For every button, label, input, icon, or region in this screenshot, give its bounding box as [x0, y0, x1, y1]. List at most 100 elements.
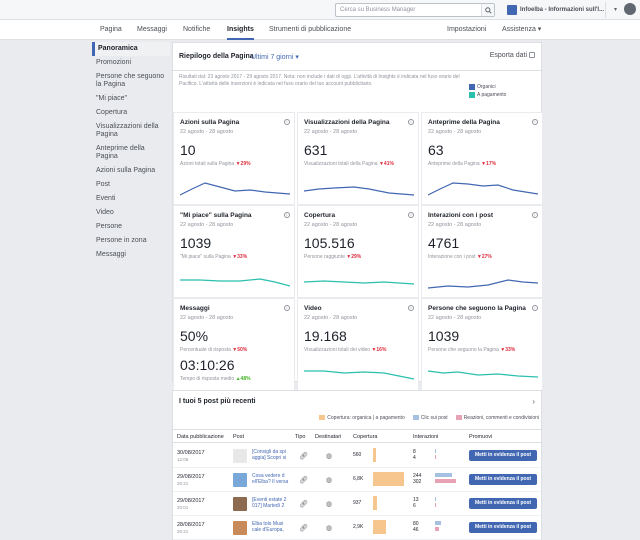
card-delta: ▼41% — [378, 161, 394, 167]
table-row[interactable]: 28/08/2017 20:21 Elba tolo Musi cale d'Eur… — [173, 516, 541, 540]
card-value: 1039 — [428, 328, 460, 344]
card-value: 4761 — [428, 235, 460, 251]
post-thumbnail[interactable] — [233, 497, 247, 511]
sidebar-item-copertura[interactable]: Copertura — [92, 106, 170, 120]
metric-card[interactable]: Visualizzazioni della Pagina i 22 agosto -… — [297, 112, 419, 205]
card-date: 22 agosto - 28 agosto — [304, 222, 358, 228]
sidebar-item-azioni[interactable]: Azioni sulla Pagina — [92, 164, 170, 178]
table-row[interactable]: 30/08/2017 12:06 [Consigli da spi aggia] S… — [173, 444, 541, 468]
post-reactions: 46 — [413, 527, 419, 533]
post-thumbnail[interactable] — [233, 521, 247, 535]
info-icon[interactable]: i — [532, 212, 538, 218]
card-subtitle: Interazione con i post ▼27% — [428, 254, 492, 260]
search-input[interactable]: Cerca su Business Manager — [335, 3, 495, 17]
sidebar-item-anteprime[interactable]: Anteprime della Pagina — [92, 142, 170, 164]
post-reactions: 6 — [413, 503, 416, 509]
col-post: Post — [233, 434, 245, 440]
info-icon[interactable]: i — [284, 212, 290, 218]
boost-post-button[interactable]: Metti in evidenza il post — [469, 450, 537, 461]
sidebar-item-panoramica[interactable]: Panoramica — [92, 42, 170, 56]
account-switcher[interactable]: Infoelba - Informazioni sull'I... — [507, 4, 605, 16]
card-date: 22 agosto - 28 agosto — [180, 315, 234, 321]
tab-assistenza[interactable]: Assistenza ▾ — [502, 20, 541, 40]
boost-post-button[interactable]: Metti in evidenza il post — [469, 498, 537, 509]
post-reactions: 4 — [413, 455, 416, 461]
summary-note: Risultati dal: 23 agosto 2017 - 29 agost… — [179, 74, 460, 87]
col-data[interactable]: Data pubblicazione — [177, 434, 224, 440]
post-date: 28/08/2017 — [177, 522, 205, 528]
post-text-link[interactable]: Elba tolo Musi cale d'Europa, — [252, 521, 290, 533]
card-delta: ▼33% — [232, 254, 248, 260]
card-value: 105.516 — [304, 235, 355, 251]
tab-strumenti-pubblicazione[interactable]: Strumenti di pubblicazione — [269, 20, 351, 40]
info-icon[interactable]: i — [408, 212, 414, 218]
sidebar-item-promozioni[interactable]: Promozioni — [92, 56, 170, 70]
reactions-bar — [435, 455, 436, 459]
insights-sidebar: Panoramica Promozioni Persone che seguon… — [92, 42, 170, 262]
summary-legend: Organici A pagamento — [469, 83, 506, 99]
legend-reactions: Reazioni, commenti e condivisioni — [455, 415, 539, 421]
card-title: Copertura — [304, 212, 336, 219]
sidebar-item-messaggi[interactable]: Messaggi — [92, 248, 170, 262]
export-data-button[interactable]: Esporta dati — [490, 52, 535, 59]
metric-card[interactable]: Copertura i 22 agosto - 28 agosto 105.516 Pe… — [297, 205, 419, 298]
info-icon[interactable]: i — [532, 119, 538, 125]
sidebar-item-eventi[interactable]: Eventi — [92, 192, 170, 206]
tab-notifiche[interactable]: Notifiche — [183, 20, 210, 40]
sidebar-item-persone-in-zona[interactable]: Persone in zona — [92, 234, 170, 248]
sidebar-item-video[interactable]: Video — [92, 206, 170, 220]
metric-card[interactable]: Video i 22 agosto - 28 agosto 19.168 Visuali… — [297, 298, 419, 391]
date-range-dropdown[interactable]: Ultimi 7 giorni ▾ — [251, 53, 299, 61]
post-text-link[interactable]: [Eventi estate 2 017] Martedì 2 — [252, 497, 290, 509]
post-text-link[interactable]: [Consigli da spi aggia] Scopri si — [252, 449, 290, 461]
caret-down-icon[interactable]: ▾ — [614, 6, 617, 13]
info-icon[interactable]: i — [408, 119, 414, 125]
metric-card[interactable]: Anteprime della Pagina i 22 agosto - 28 ag… — [421, 112, 543, 205]
link-icon: 🔗︎ — [299, 453, 308, 460]
post-thumbnail[interactable] — [233, 449, 247, 463]
sidebar-item-persone-che-seguono[interactable]: Persone che seguono la Pagina — [92, 70, 170, 92]
info-icon[interactable]: i — [532, 305, 538, 311]
post-text-link[interactable]: Cosa vedere d ell'Elba? Il versa — [252, 473, 290, 485]
legend-paid: A pagamento — [469, 91, 506, 99]
post-reactions: 302 — [413, 479, 422, 485]
boost-post-button[interactable]: Metti in evidenza il post — [469, 522, 537, 533]
card-subtitle: "Mi piace" sulla Pagina ▼33% — [180, 254, 247, 260]
tab-pagina[interactable]: Pagina — [100, 20, 122, 40]
legend-reach-swatch — [319, 415, 326, 421]
col-promuovi: Promuovi — [469, 434, 493, 440]
info-icon[interactable]: i — [284, 305, 290, 311]
sidebar-item-mi-piace[interactable]: "Mi piace" — [92, 92, 170, 106]
metric-card[interactable]: Interazioni con i post i 22 agosto - 28 ag… — [421, 205, 543, 298]
sidebar-item-visualizzazioni[interactable]: Visualizzazioni della Pagina — [92, 120, 170, 142]
user-avatar[interactable] — [624, 3, 636, 15]
legend-reach-label: Copertura: organica | a pagamento — [327, 415, 405, 421]
card-title: Azioni sulla Pagina — [180, 119, 240, 126]
metric-card[interactable]: Azioni sulla Pagina i 22 agosto - 28 agost… — [173, 112, 295, 205]
col-interazioni[interactable]: Interazioni — [413, 434, 438, 440]
tab-messaggi[interactable]: Messaggi — [137, 20, 167, 40]
top-bar: Cerca su Business Manager Infoelba - Inf… — [0, 0, 640, 20]
table-row[interactable]: 29/08/2017 20:21 Cosa vedere d ell'Elba? I… — [173, 468, 541, 492]
post-engagement: 244 302 — [413, 473, 421, 485]
tab-impostazioni[interactable]: Impostazioni — [447, 20, 486, 40]
card-sub-label: Visualizzazioni totali dei video — [304, 347, 371, 353]
metric-card[interactable]: "Mi piace" sulla Pagina i 22 agosto - 28 a… — [173, 205, 295, 298]
table-row[interactable]: 29/08/2017 20:01 [Eventi estate 2 017] Mar… — [173, 492, 541, 516]
card-value: 50% — [180, 328, 209, 344]
legend-paid-swatch — [469, 91, 475, 98]
search-button[interactable] — [481, 4, 494, 16]
info-icon[interactable]: i — [408, 305, 414, 311]
metric-card[interactable]: Persone che seguono la Pagina i 22 agosto … — [421, 298, 543, 391]
card-delta: ▼27% — [476, 254, 492, 260]
chevron-right-icon[interactable]: › — [532, 397, 535, 406]
info-icon[interactable]: i — [284, 119, 290, 125]
sidebar-item-persone[interactable]: Persone — [92, 220, 170, 234]
col-copertura[interactable]: Copertura — [353, 434, 377, 440]
sidebar-item-post[interactable]: Post — [92, 178, 170, 192]
tab-insights[interactable]: Insights — [227, 20, 254, 40]
boost-post-button[interactable]: Metti in evidenza il post — [469, 474, 537, 485]
sparkline-chart — [304, 186, 414, 196]
metric-card[interactable]: Messaggi i 22 agosto - 28 agosto 50% Percent… — [173, 298, 295, 391]
post-thumbnail[interactable] — [233, 473, 247, 487]
